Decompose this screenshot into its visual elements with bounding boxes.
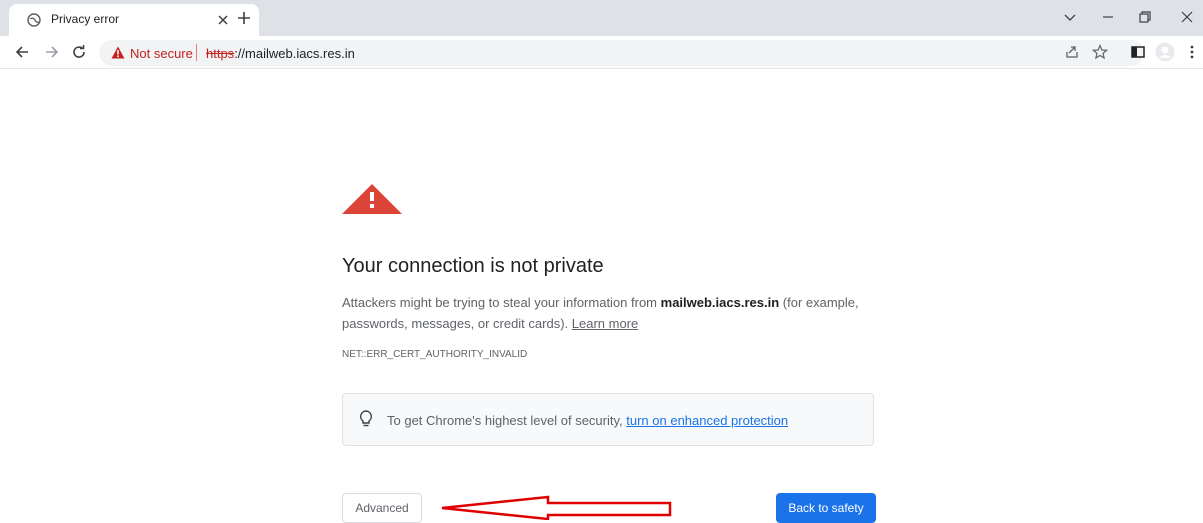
close-icon[interactable] xyxy=(213,10,233,30)
tip-text: To get Chrome's highest level of securit… xyxy=(387,413,788,428)
window-close-icon[interactable] xyxy=(1180,10,1194,24)
not-secure-label[interactable]: Not secure xyxy=(130,46,193,61)
restore-icon[interactable] xyxy=(1138,10,1152,24)
enhanced-protection-tip: To get Chrome's highest level of securit… xyxy=(342,393,874,446)
advanced-button[interactable]: Advanced xyxy=(342,493,422,523)
warning-text-pre: Attackers might be trying to steal your … xyxy=(342,295,661,310)
tab-privacy-error[interactable]: Privacy error xyxy=(9,4,259,36)
url-scheme: https xyxy=(206,46,235,61)
error-code[interactable]: NET::ERR_CERT_AUTHORITY_INVALID xyxy=(342,349,527,360)
chevron-down-icon[interactable] xyxy=(1063,10,1077,24)
minimize-icon[interactable] xyxy=(1101,10,1115,24)
url-host: ://mailweb.iacs.res.in xyxy=(234,46,355,61)
enhanced-protection-link[interactable]: turn on enhanced protection xyxy=(626,413,788,428)
plus-icon[interactable] xyxy=(236,10,252,26)
tab-strip: Privacy error xyxy=(0,0,1203,36)
kebab-menu-icon[interactable] xyxy=(1184,44,1200,60)
url-text[interactable]: https://mailweb.iacs.res.in xyxy=(206,46,355,61)
share-icon[interactable] xyxy=(1064,44,1080,60)
globe-icon xyxy=(27,13,41,27)
reload-icon[interactable] xyxy=(71,44,87,60)
profile-avatar-icon[interactable] xyxy=(1155,42,1175,62)
star-icon[interactable] xyxy=(1092,44,1108,60)
page-title: Your connection is not private xyxy=(342,255,604,277)
large-warning-icon xyxy=(342,184,402,214)
omnibox-separator xyxy=(196,44,197,61)
address-bar[interactable]: Not secure https://mailweb.iacs.res.in xyxy=(99,40,1144,66)
learn-more-link[interactable]: Learn more xyxy=(572,316,638,331)
browser-toolbar: Not secure https://mailweb.iacs.res.in xyxy=(0,36,1203,69)
annotation-arrow xyxy=(441,495,672,520)
lightbulb-icon xyxy=(359,410,373,427)
back-arrow-icon[interactable] xyxy=(14,44,30,60)
tab-title: Privacy error xyxy=(51,12,120,26)
tip-text-pre: To get Chrome's highest level of securit… xyxy=(387,413,627,428)
forward-arrow-icon[interactable] xyxy=(44,44,60,60)
site-host: mailweb.iacs.res.in xyxy=(660,295,780,310)
warning-triangle-icon[interactable] xyxy=(111,46,125,59)
side-panel-icon[interactable] xyxy=(1130,44,1146,60)
warning-paragraph: Attackers might be trying to steal your … xyxy=(342,292,887,334)
back-to-safety-button[interactable]: Back to safety xyxy=(776,493,876,523)
